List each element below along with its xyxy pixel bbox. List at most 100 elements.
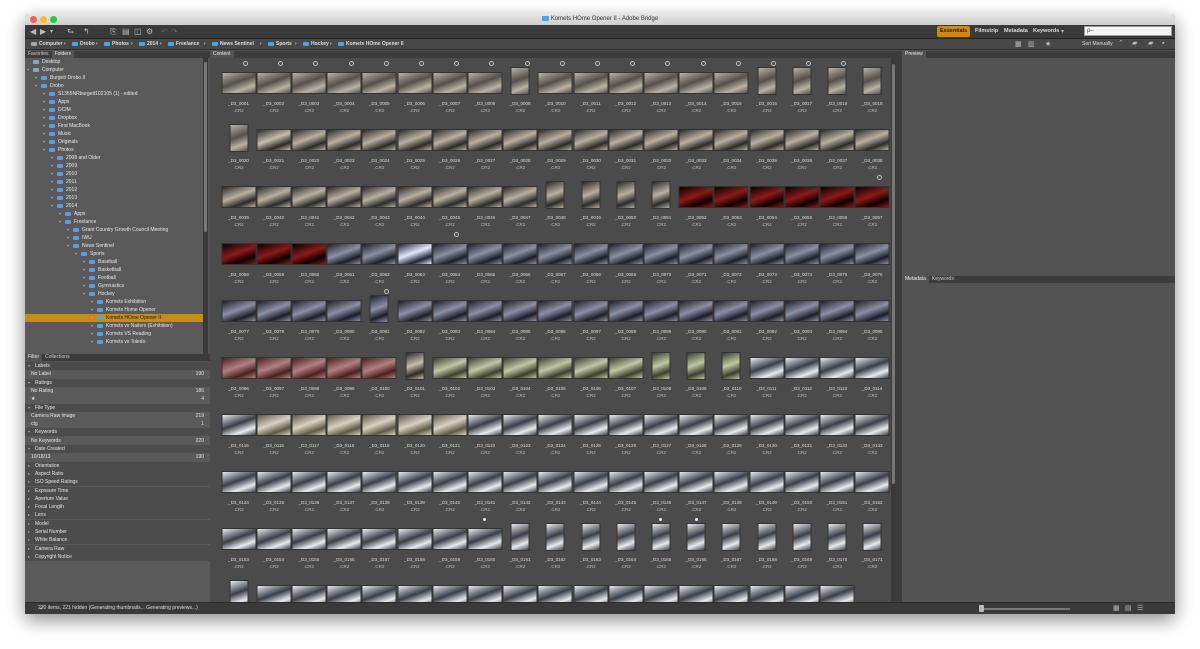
photo-thumbnail[interactable] bbox=[820, 415, 854, 435]
thumbnail-cell[interactable]: _D3_0055 .CR2 bbox=[784, 182, 819, 239]
photo-thumbnail[interactable] bbox=[538, 244, 572, 264]
breadcrumb-item[interactable]: Sports bbox=[268, 39, 292, 50]
workspace-essentials[interactable]: Essentials bbox=[937, 26, 971, 37]
thumbnail-cell[interactable]: _D3_0119 .CR2 bbox=[362, 410, 397, 467]
forward-arrow-icon[interactable]: ▶ bbox=[40, 27, 46, 37]
thumbnail-cell[interactable]: _D3_0047 .CR2 bbox=[503, 182, 538, 239]
thumbnail-cell[interactable]: _D3_0159 .CR2 bbox=[432, 524, 467, 581]
thumbnail-cell[interactable]: _D3_0143 .CR2 bbox=[538, 467, 573, 524]
thumbnail-cell[interactable]: _D3_0158 .CR2 bbox=[397, 524, 432, 581]
photo-thumbnail[interactable] bbox=[362, 415, 396, 435]
thumbnail-cell[interactable]: _D3_0168 .CR2 bbox=[749, 524, 784, 581]
thumbnail-cell[interactable]: _D3_0167 .CR2 bbox=[714, 524, 749, 581]
photo-thumbnail[interactable] bbox=[468, 73, 502, 93]
folder-tree-item[interactable]: ▾ DCIM bbox=[25, 106, 203, 114]
folder-tree-item[interactable]: ▾ Freelance bbox=[25, 218, 203, 226]
photo-thumbnail[interactable] bbox=[820, 187, 854, 207]
history-dropdown-icon[interactable]: ▾ bbox=[50, 27, 53, 37]
thumbnail-cell[interactable]: _D3_0004 .CR2 bbox=[327, 61, 362, 125]
thumbnail-cell[interactable]: _D3_0081 .CR2 bbox=[362, 289, 397, 353]
photo-thumbnail[interactable] bbox=[398, 187, 431, 207]
disclosure-triangle-icon[interactable]: ▸ bbox=[28, 487, 30, 495]
thumbnail-cell[interactable]: _D3_0020 .CR2 bbox=[221, 125, 256, 182]
photo-thumbnail[interactable] bbox=[327, 130, 361, 150]
filter-category[interactable]: ▸ Lens bbox=[25, 511, 210, 520]
thumbnail-cell[interactable]: _D3_0007 .CR2 bbox=[432, 61, 467, 125]
thumbnail-cell[interactable]: _D3_0121 .CR2 bbox=[432, 410, 467, 467]
photo-thumbnail[interactable] bbox=[574, 130, 607, 150]
thumbnail-cell[interactable]: _D3_0129 .CR2 bbox=[714, 410, 749, 467]
thumbnail-cell[interactable]: _D3_0084 .CR2 bbox=[467, 296, 502, 353]
photo-thumbnail[interactable] bbox=[433, 187, 467, 207]
workspace-metadata[interactable]: Metadata bbox=[1001, 26, 1031, 37]
disclosure-triangle-icon[interactable]: ▾ bbox=[75, 250, 77, 258]
breadcrumb-item[interactable]: Hockey bbox=[303, 39, 329, 50]
photo-thumbnail[interactable] bbox=[574, 244, 607, 264]
folder-tree-item[interactable]: ▾ Football bbox=[25, 274, 203, 282]
photo-thumbnail[interactable] bbox=[644, 415, 678, 435]
disclosure-triangle-icon[interactable]: ▾ bbox=[43, 130, 45, 138]
photo-thumbnail[interactable] bbox=[222, 358, 255, 378]
photo-thumbnail[interactable] bbox=[433, 130, 467, 150]
star-filter-icon[interactable]: ★ bbox=[1045, 40, 1051, 50]
photo-thumbnail[interactable] bbox=[538, 472, 572, 492]
thumbnail-cell[interactable]: _D3_0012 .CR2 bbox=[608, 61, 643, 125]
thumbnail-cell[interactable]: _D3_0138 .CR2 bbox=[362, 467, 397, 524]
photo-thumbnail[interactable] bbox=[503, 358, 537, 378]
panel-divider[interactable] bbox=[896, 51, 902, 602]
photo-thumbnail[interactable] bbox=[855, 130, 889, 150]
photo-thumbnail[interactable] bbox=[370, 296, 388, 322]
photo-thumbnail[interactable] bbox=[722, 524, 740, 550]
disclosure-triangle-icon[interactable]: ▾ bbox=[35, 74, 37, 82]
disclosure-triangle-icon[interactable]: ▾ bbox=[28, 362, 30, 370]
filter-category[interactable]: ▾ Ratings bbox=[25, 378, 210, 387]
folder-tree-item[interactable]: ▾ IWU bbox=[25, 234, 203, 242]
filter-category[interactable]: ▸ Serial Number bbox=[25, 528, 210, 536]
photo-thumbnail[interactable] bbox=[362, 472, 396, 492]
thumbnail-cell[interactable]: _D3_0068 .CR2 bbox=[573, 239, 608, 296]
folder-tree-item[interactable]: ▾ Apps bbox=[25, 210, 203, 218]
photo-thumbnail[interactable] bbox=[292, 415, 326, 435]
photo-thumbnail[interactable] bbox=[503, 187, 537, 207]
photo-thumbnail[interactable] bbox=[503, 415, 537, 435]
thumbnail-cell[interactable]: _D3_0087 .CR2 bbox=[573, 296, 608, 353]
thumbnail-cell[interactable]: _D3_0137 .CR2 bbox=[327, 467, 362, 524]
thumbnail-quality-icon[interactable]: ▦ bbox=[1015, 40, 1022, 50]
output-icon[interactable]: ⚙ bbox=[146, 27, 153, 37]
sort-direction-icon[interactable]: ⌃ bbox=[1118, 39, 1124, 49]
thumbnail-cell[interactable]: _D3_0134 .CR2 bbox=[221, 467, 256, 524]
thumbnail-cell[interactable]: _D3_0030 .CR2 bbox=[573, 125, 608, 182]
disclosure-triangle-icon[interactable]: ▾ bbox=[67, 234, 69, 242]
photo-thumbnail[interactable] bbox=[362, 130, 396, 150]
photo-thumbnail[interactable] bbox=[257, 415, 291, 435]
minimize-window-icon[interactable] bbox=[40, 16, 47, 23]
photo-thumbnail[interactable] bbox=[433, 244, 467, 264]
breadcrumb-item[interactable]: Photos bbox=[104, 39, 129, 50]
folder-tree-item[interactable]: ▾ Grant Country Growth Council Meeting bbox=[25, 226, 203, 234]
tab-filter[interactable]: Filter bbox=[25, 354, 43, 361]
photo-thumbnail[interactable] bbox=[714, 415, 748, 435]
photo-thumbnail[interactable] bbox=[468, 529, 502, 549]
thumbnail-cell[interactable]: _D3_0065 .CR2 bbox=[467, 239, 502, 296]
photo-thumbnail[interactable] bbox=[468, 301, 502, 321]
photo-thumbnail[interactable] bbox=[679, 301, 713, 321]
thumbnail-cell[interactable]: _D3_0080 .CR2 bbox=[327, 296, 362, 353]
photo-thumbnail[interactable] bbox=[327, 244, 361, 264]
folder-tree-item[interactable]: ▾ 2008 and Older bbox=[25, 154, 203, 162]
thumbnail-cell[interactable]: _D3_0152 .CR2 bbox=[855, 467, 890, 524]
filter-category[interactable]: ▾ Labels bbox=[25, 362, 210, 370]
folder-tree-item[interactable]: ▾ Baseball bbox=[25, 258, 203, 266]
filter-item[interactable]: Camera Raw image 219 bbox=[25, 412, 210, 420]
photo-thumbnail[interactable] bbox=[714, 187, 748, 207]
photo-thumbnail[interactable] bbox=[785, 187, 819, 207]
photo-thumbnail[interactable] bbox=[574, 415, 607, 435]
thumbnail-cell[interactable]: _D3_0136 .CR2 bbox=[291, 467, 326, 524]
photo-thumbnail[interactable] bbox=[257, 244, 291, 264]
thumbnail-cell[interactable]: _D3_0061 .CR2 bbox=[327, 239, 362, 296]
photo-thumbnail[interactable] bbox=[398, 472, 431, 492]
thumbnail-cell[interactable]: _D3_0035 .CR2 bbox=[749, 125, 784, 182]
thumbnail-cell[interactable]: _D3_0124 .CR2 bbox=[538, 410, 573, 467]
thumbnail-cell[interactable]: _D3_0091 .CR2 bbox=[714, 296, 749, 353]
thumbnail-cell[interactable]: _D3_0130 .CR2 bbox=[749, 410, 784, 467]
disclosure-triangle-icon[interactable]: ▾ bbox=[43, 138, 45, 146]
